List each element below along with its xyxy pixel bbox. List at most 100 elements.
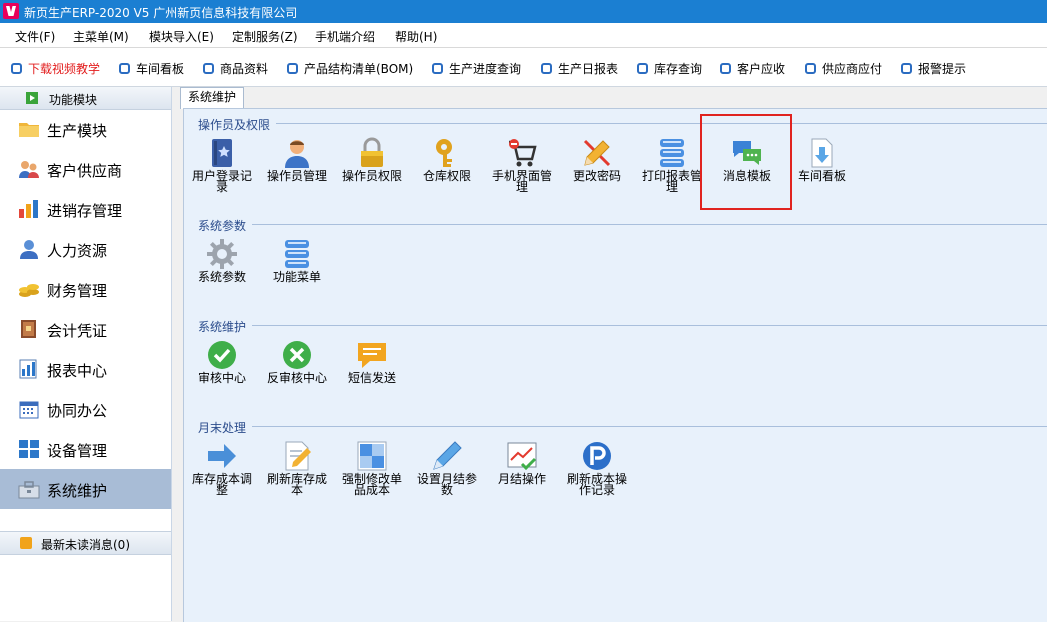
sidebar-item-office[interactable]: 协同办公 [0,389,171,429]
btn-month-end-operation[interactable]: 月结操作 [489,440,555,506]
sidebar-item-customer-supplier[interactable]: 客户供应商 [0,149,171,189]
btn-warehouse-permission[interactable]: 仓库权限 [414,137,480,203]
btn-audit-center[interactable]: 审核中心 [189,339,255,405]
btn-login-log[interactable]: 用户登录记录 [189,137,255,203]
stock-icon [637,62,648,74]
unread-messages-bar[interactable]: 最新未读消息(0) [0,531,171,555]
tab-strip: 系统维护 [177,87,1047,109]
lock-icon [361,137,383,167]
menu-bar: 文件(F) 主菜单(M) 模块导入(E) 定制服务(Z) 手机端介绍 帮助(H) [0,23,1047,48]
chart-check-icon [507,442,537,471]
group-title-maintenance: 系统维护 [198,320,247,334]
toolbar-product-info[interactable]: 商品资料 [203,60,268,76]
receivable-icon [720,62,731,74]
btn-change-password[interactable]: 更改密码 [564,137,630,203]
btn-print-report-manage[interactable]: 打印报表管理 [639,137,705,203]
product-icon [203,62,214,74]
sidebar-item-equipment[interactable]: 设备管理 [0,429,171,469]
video-icon [11,62,22,74]
group-title-permissions: 操作员及权限 [198,118,271,132]
sms-bubble-icon [358,343,386,368]
p-logo-icon [583,442,611,470]
book-icon [212,139,232,167]
menu-module-import[interactable]: 模块导入(E) [149,28,214,45]
toolbar-progress-query[interactable]: 生产进度查询 [432,60,521,76]
speaker-icon [20,537,32,549]
toolbar-daily-report[interactable]: 生产日报表 [541,60,618,76]
btn-mobile-ui[interactable]: 手机界面管理 [489,137,555,203]
highlight-box [700,114,792,210]
folder-icon [19,123,39,137]
report-chart-icon [19,359,37,379]
btn-force-edit-cost[interactable]: 强制修改单品成本 [339,440,405,506]
payable-icon [805,62,816,74]
report-icon [541,62,552,74]
menu-custom-service[interactable]: 定制服务(Z) [232,28,298,45]
window-title: 新页生产ERP-2020 V5 广州新页信息科技有限公司 [24,6,298,20]
toolbar-receivable[interactable]: 客户应收 [720,60,785,76]
menu-main[interactable]: 主菜单(M) [73,28,129,45]
key-icon [436,139,452,167]
content-panel: 操作员及权限 用户登录记录 操作员管理 操作员权限 仓库权限 手机界面管理 更改… [183,108,1047,622]
toolbar-alert[interactable]: 报警提示 [901,60,966,76]
sidebar: 功能模块 生产模块 客户供应商 进销存管理 人力资源 财务管理 会计凭证 报表中… [0,87,172,621]
btn-operator-permission[interactable]: 操作员权限 [339,137,405,203]
btn-system-params[interactable]: 系统参数 [189,238,255,304]
user-icon [285,140,309,168]
sidebar-item-voucher[interactable]: 会计凭证 [0,309,171,349]
edit-document-icon [285,441,311,471]
play-icon [26,92,38,104]
toolbar-bom[interactable]: 产品结构清单(BOM) [287,60,413,76]
progress-icon [432,62,443,74]
divider [252,224,1047,225]
pencil-icon [583,139,611,167]
toolbar: 下载视频教学 车间看板 商品资料 产品结构清单(BOM) 生产进度查询 生产日报… [0,48,1047,87]
toolbar-payable[interactable]: 供应商应付 [805,60,882,76]
btn-refresh-stock-cost[interactable]: 刷新库存成本 [264,440,330,506]
cross-icon [283,341,311,369]
sidebar-item-inventory[interactable]: 进销存管理 [0,189,171,229]
sidebar-item-system-maintenance[interactable]: 系统维护 [0,469,171,509]
sidebar-item-production[interactable]: 生产模块 [0,109,171,149]
user-icon [20,240,38,259]
btn-refresh-cost-log[interactable]: 刷新成本操作记录 [564,440,630,506]
check-icon [208,341,236,369]
toolbar-workshop-board[interactable]: 车间看板 [119,60,184,76]
menu-help[interactable]: 帮助(H) [395,28,437,45]
database-icon [660,139,684,167]
arrow-right-icon [208,444,236,468]
people-icon [19,161,39,178]
board-icon [119,62,130,74]
btn-function-menu[interactable]: 功能菜单 [264,238,330,304]
bom-icon [287,62,298,74]
toolbar-stock-query[interactable]: 库存查询 [637,60,702,76]
toolbar-video-tutorial[interactable]: 下载视频教学 [11,60,100,76]
group-title-parameters: 系统参数 [198,219,247,233]
coins-icon [19,284,39,297]
group-title-month-end: 月末处理 [198,421,247,435]
menu-mobile[interactable]: 手机端介绍 [315,28,375,45]
pen-icon [433,441,462,470]
btn-unaudit-center[interactable]: 反审核中心 [264,339,330,405]
bar-chart-icon [19,200,38,218]
window-icon [19,440,39,458]
sidebar-header: 功能模块 [0,87,171,110]
btn-sms-send[interactable]: 短信发送 [339,339,405,405]
sidebar-item-finance[interactable]: 财务管理 [0,269,171,309]
download-doc-icon [811,138,833,168]
tab-system-maintenance[interactable]: 系统维护 [180,87,244,109]
btn-stock-cost-adjust[interactable]: 库存成本调整 [189,440,255,506]
sidebar-item-hr[interactable]: 人力资源 [0,229,171,269]
menu-file[interactable]: 文件(F) [15,28,55,45]
book-icon [21,320,36,338]
divider [252,426,1047,427]
btn-month-end-params[interactable]: 设置月结参数 [414,440,480,506]
btn-workshop-board[interactable]: 车间看板 [789,137,855,203]
alert-icon [901,62,912,74]
toolbox-icon [18,481,40,499]
database-icon [285,240,309,268]
btn-operator-manage[interactable]: 操作员管理 [264,137,330,203]
sidebar-item-report-center[interactable]: 报表中心 [0,349,171,389]
app-logo-icon [3,3,19,19]
divider [252,325,1047,326]
